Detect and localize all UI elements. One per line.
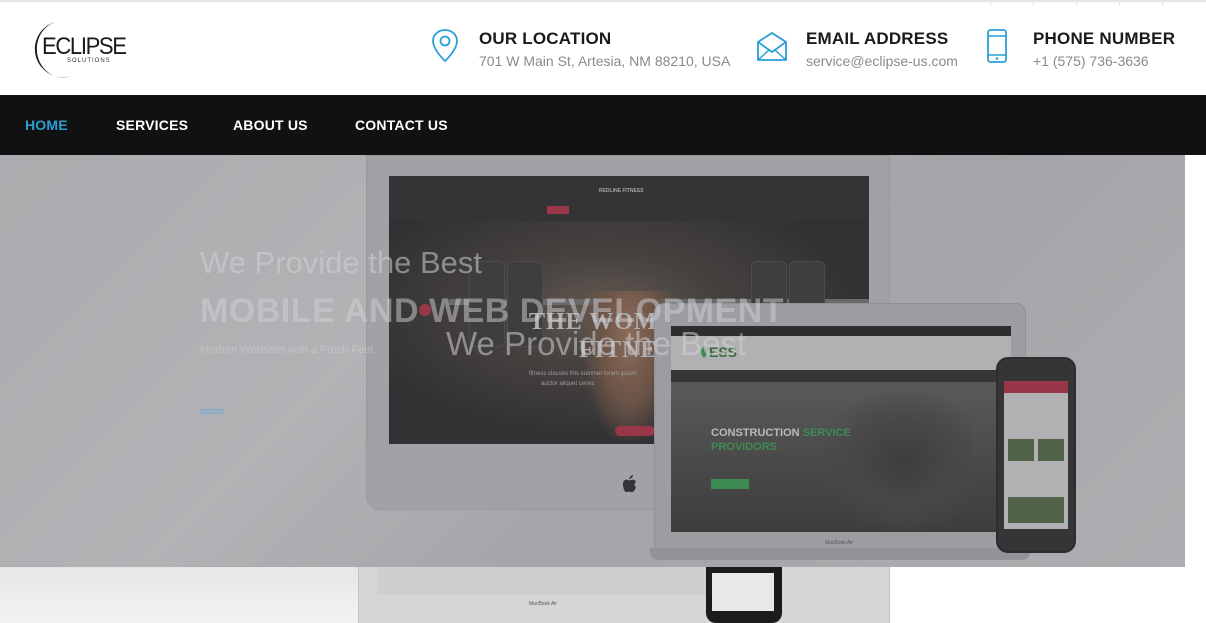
contact-value[interactable]: service@eclipse-us.com bbox=[806, 53, 958, 69]
contact-value: 701 W Main St, Artesia, NM 88210, USA bbox=[479, 53, 731, 69]
contact-label: EMAIL ADDRESS bbox=[806, 29, 949, 48]
imac-screen-duplicate bbox=[377, 567, 733, 595]
envelope-icon bbox=[757, 31, 787, 61]
main-nav: HOME SERVICES ABOUT US CONTACT US bbox=[0, 95, 1206, 155]
imac-mockup-duplicate: MacBook Air bbox=[358, 567, 890, 623]
nav-item-contact-us[interactable]: CONTACT US bbox=[355, 95, 448, 155]
logo-wordmark: ECLIPSE bbox=[42, 33, 127, 60]
hero-edge bbox=[1185, 155, 1206, 623]
contact-label: PHONE NUMBER bbox=[1033, 29, 1176, 48]
site-logo[interactable]: ECLIPSE SOLUTIONS bbox=[31, 18, 131, 80]
phone-screen-duplicate bbox=[712, 573, 774, 611]
hero-cta-button[interactable] bbox=[200, 409, 223, 414]
nav-item-about-us[interactable]: ABOUT US bbox=[233, 95, 308, 155]
top-dividers bbox=[990, 2, 1163, 5]
site-header: ECLIPSE SOLUTIONS OUR LOCATION 701 W Mai… bbox=[0, 0, 1206, 95]
contact-label: OUR LOCATION bbox=[479, 29, 612, 48]
hero-line-1: We Provide the Best bbox=[200, 245, 483, 280]
nav-item-home[interactable]: HOME bbox=[25, 95, 68, 155]
contact-value[interactable]: +1 (575) 736-3636 bbox=[1033, 53, 1149, 69]
phone-icon bbox=[987, 29, 1007, 63]
hero-overlap-text: We Provide the Best bbox=[446, 325, 747, 362]
map-pin-icon bbox=[432, 29, 458, 63]
nav-item-services[interactable]: SERVICES bbox=[116, 95, 188, 155]
hero-slider: MacBook Air REDLINE FITNESS THE WOMEN FI… bbox=[0, 155, 1206, 623]
hero-line-3: Modern Websites with a Fresh Feel. bbox=[200, 344, 376, 356]
device-label: MacBook Air bbox=[529, 601, 558, 607]
logo-tagline: SOLUTIONS bbox=[67, 58, 111, 64]
phone-mockup-duplicate bbox=[706, 567, 782, 623]
